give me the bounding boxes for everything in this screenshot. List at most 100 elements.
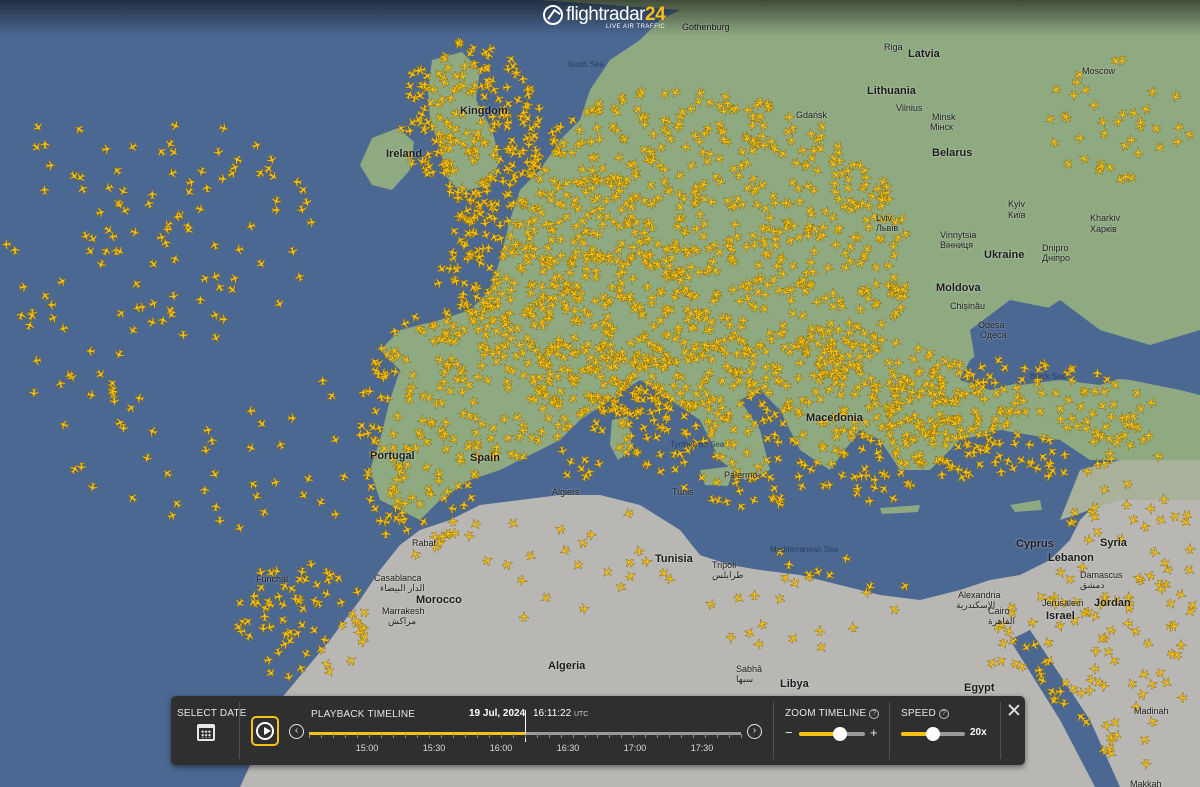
aircraft-icon[interactable]	[293, 660, 308, 675]
aircraft-icon[interactable]	[407, 491, 419, 504]
aircraft-icon[interactable]	[254, 416, 270, 432]
aircraft-icon[interactable]	[39, 183, 50, 196]
aircraft-icon[interactable]	[750, 198, 765, 213]
aircraft-icon[interactable]	[217, 122, 231, 135]
aircraft-icon[interactable]	[233, 521, 247, 536]
aircraft-icon[interactable]	[784, 233, 798, 248]
aircraft-icon[interactable]	[1088, 663, 1100, 674]
aircraft-icon[interactable]	[758, 236, 772, 251]
aircraft-icon[interactable]	[767, 480, 783, 496]
aircraft-icon[interactable]	[1074, 398, 1089, 413]
aircraft-icon[interactable]	[759, 344, 774, 360]
aircraft-icon[interactable]	[380, 528, 392, 539]
aircraft-icon[interactable]	[887, 240, 900, 253]
aircraft-icon[interactable]	[505, 284, 518, 297]
aircraft-icon[interactable]	[1032, 403, 1047, 419]
aircraft-icon[interactable]	[1136, 687, 1150, 701]
aircraft-icon[interactable]	[748, 416, 762, 431]
aircraft-icon[interactable]	[1116, 55, 1129, 68]
aircraft-icon[interactable]	[759, 360, 772, 374]
aircraft-icon[interactable]	[746, 493, 761, 508]
aircraft-icon[interactable]	[112, 244, 128, 259]
aircraft-icon[interactable]	[320, 587, 334, 601]
aircraft-icon[interactable]	[37, 288, 53, 303]
aircraft-icon[interactable]	[759, 452, 774, 468]
aircraft-icon[interactable]	[1126, 513, 1141, 528]
aircraft-icon[interactable]	[541, 411, 557, 427]
aircraft-icon[interactable]	[441, 60, 456, 75]
aircraft-icon[interactable]	[653, 448, 668, 463]
aircraft-icon[interactable]	[741, 446, 753, 458]
aircraft-icon[interactable]	[733, 498, 749, 514]
aircraft-icon[interactable]	[1136, 667, 1151, 682]
aircraft-icon[interactable]	[703, 597, 717, 611]
aircraft-icon[interactable]	[724, 318, 736, 331]
aircraft-icon[interactable]	[672, 321, 685, 333]
aircraft-icon[interactable]	[71, 121, 87, 137]
speed-slider[interactable]	[901, 727, 965, 741]
aircraft-icon[interactable]	[715, 373, 731, 388]
aircraft-icon[interactable]	[637, 420, 652, 435]
aircraft-icon[interactable]	[55, 274, 70, 289]
aircraft-icon[interactable]	[1008, 437, 1022, 451]
aircraft-icon[interactable]	[732, 397, 747, 412]
aircraft-icon[interactable]	[875, 318, 889, 332]
aircraft-icon[interactable]	[990, 456, 1001, 468]
aircraft-icon[interactable]	[446, 514, 459, 527]
aircraft-icon[interactable]	[801, 567, 817, 583]
aircraft-icon[interactable]	[501, 81, 514, 93]
aircraft-icon[interactable]	[862, 199, 875, 212]
aircraft-icon[interactable]	[292, 269, 307, 283]
aircraft-icon[interactable]	[557, 543, 572, 558]
aircraft-icon[interactable]	[839, 552, 852, 565]
aircraft-icon[interactable]	[463, 489, 479, 505]
aircraft-icon[interactable]	[269, 476, 283, 489]
aircraft-icon[interactable]	[599, 565, 615, 581]
aircraft-icon[interactable]	[382, 392, 394, 404]
aircraft-icon[interactable]	[243, 219, 257, 233]
aircraft-icon[interactable]	[775, 146, 791, 161]
aircraft-icon[interactable]	[996, 382, 1012, 397]
aircraft-icon[interactable]	[466, 395, 480, 410]
aircraft-icon[interactable]	[272, 646, 285, 660]
aircraft-icon[interactable]	[490, 143, 503, 156]
aircraft-icon[interactable]	[506, 516, 522, 532]
aircraft-icon[interactable]	[1160, 675, 1175, 691]
aircraft-icon[interactable]	[840, 180, 855, 196]
aircraft-icon[interactable]	[416, 514, 432, 529]
aircraft-icon[interactable]	[317, 374, 329, 386]
aircraft-icon[interactable]	[693, 136, 706, 149]
aircraft-icon[interactable]	[444, 90, 458, 105]
aircraft-icon[interactable]	[755, 617, 769, 631]
aircraft-icon[interactable]	[497, 176, 509, 188]
aircraft-icon[interactable]	[438, 375, 450, 387]
aircraft-icon[interactable]	[632, 544, 646, 557]
aircraft-icon[interactable]	[161, 223, 173, 236]
aircraft-icon[interactable]	[9, 243, 21, 256]
aircraft-icon[interactable]	[1036, 674, 1050, 688]
aircraft-icon[interactable]	[132, 392, 145, 405]
aircraft-icon[interactable]	[195, 165, 209, 179]
aircraft-icon[interactable]	[679, 379, 693, 394]
aircraft-icon[interactable]	[590, 120, 604, 134]
aircraft-icon[interactable]	[244, 441, 259, 455]
aircraft-icon[interactable]	[446, 223, 462, 238]
aircraft-icon[interactable]	[823, 478, 836, 491]
aircraft-icon[interactable]	[705, 196, 717, 208]
aircraft-icon[interactable]	[330, 508, 342, 520]
aircraft-icon[interactable]	[259, 610, 270, 622]
aircraft-icon[interactable]	[813, 141, 829, 157]
aircraft-icon[interactable]	[772, 592, 787, 607]
aircraft-icon[interactable]	[757, 302, 773, 317]
aircraft-icon[interactable]	[509, 410, 524, 425]
aircraft-icon[interactable]	[579, 223, 594, 239]
aircraft-icon[interactable]	[811, 565, 826, 580]
aircraft-icon[interactable]	[15, 308, 28, 322]
aircraft-icon[interactable]	[803, 396, 815, 408]
aircraft-icon[interactable]	[490, 163, 505, 178]
aircraft-icon[interactable]	[1169, 90, 1183, 104]
aircraft-icon[interactable]	[208, 269, 222, 284]
aircraft-icon[interactable]	[494, 220, 506, 232]
aircraft-icon[interactable]	[712, 244, 728, 260]
help-icon[interactable]: ?	[938, 709, 949, 719]
